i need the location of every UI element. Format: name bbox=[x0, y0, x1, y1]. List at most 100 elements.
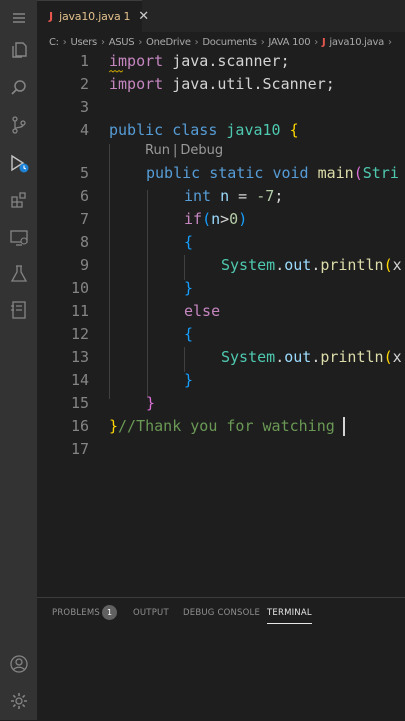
code-editor[interactable]: 1 import java.scanner; 2 import java.uti… bbox=[37, 52, 405, 597]
param-type: Stri bbox=[362, 164, 399, 182]
search-icon[interactable] bbox=[0, 73, 37, 103]
paren: ( bbox=[383, 256, 393, 274]
line-content: import java.scanner; bbox=[109, 52, 290, 73]
method-call: println bbox=[320, 348, 384, 366]
keyword-void: void bbox=[272, 164, 309, 182]
line-content: public class java10 { bbox=[109, 119, 299, 142]
extensions-icon[interactable] bbox=[0, 185, 37, 215]
variable: n bbox=[220, 187, 230, 205]
line-number: 3 bbox=[79, 98, 89, 116]
java-file-icon: J bbox=[49, 10, 54, 23]
chevron-right-icon: › bbox=[387, 36, 392, 48]
line-number: 17 bbox=[70, 440, 89, 458]
line-number: 2 bbox=[79, 75, 89, 93]
source-control-icon[interactable] bbox=[0, 110, 37, 140]
bottom-panel: PROBLEMS 1 OUTPUT DEBUG CONSOLE TERMINAL bbox=[37, 597, 405, 721]
breadcrumb-item[interactable]: ASUS bbox=[109, 37, 135, 48]
run-debug-icon[interactable] bbox=[0, 148, 37, 178]
brace: { bbox=[184, 325, 194, 343]
editor-tab-bar: J java10.java 1 ✕ bbox=[37, 0, 405, 32]
keyword-class: class bbox=[172, 121, 218, 139]
line-number: 13 bbox=[70, 348, 89, 366]
breadcrumb-item[interactable]: OneDrive bbox=[146, 37, 191, 48]
keyword-public: public bbox=[109, 121, 164, 139]
chevron-right-icon: › bbox=[100, 36, 105, 48]
brace: { bbox=[289, 121, 299, 139]
codelens-separator: | bbox=[172, 143, 178, 158]
brace: { bbox=[184, 233, 194, 251]
line-number: 5 bbox=[79, 164, 89, 182]
line-content: System.out.println(x bbox=[221, 346, 402, 369]
import-path: java.scanner; bbox=[163, 52, 290, 70]
line-number: 9 bbox=[79, 256, 89, 274]
chevron-right-icon: › bbox=[62, 36, 67, 48]
class-ref: System bbox=[221, 256, 276, 274]
keyword-public: public bbox=[146, 164, 201, 182]
breadcrumb-item[interactable]: JAVA 100 bbox=[268, 37, 310, 48]
dot: . bbox=[311, 256, 321, 274]
tab-debug-console[interactable]: DEBUG CONSOLE bbox=[183, 608, 260, 618]
keyword-static: static bbox=[209, 164, 264, 182]
line-number: 15 bbox=[70, 394, 89, 412]
menu-icon[interactable] bbox=[0, 3, 37, 33]
code-line: 5 public static void main(Stri bbox=[37, 162, 405, 185]
code-line: 9 System.out.println(x bbox=[37, 254, 405, 277]
chevron-right-icon: › bbox=[194, 36, 199, 48]
problems-count-badge: 1 bbox=[102, 605, 117, 620]
line-number: 7 bbox=[79, 210, 89, 228]
code-line: 6 int n = -7; bbox=[37, 185, 405, 208]
explorer-icon[interactable] bbox=[0, 35, 37, 65]
close-icon[interactable]: ✕ bbox=[138, 9, 149, 24]
code-line: 1 import java.scanner; bbox=[37, 52, 405, 73]
notebook-icon[interactable] bbox=[0, 295, 37, 325]
operator: > bbox=[220, 210, 230, 228]
operator: = bbox=[229, 187, 257, 205]
code-line: 12 { bbox=[37, 323, 405, 346]
variable: n bbox=[211, 210, 221, 228]
code-line: 15 } bbox=[37, 392, 405, 415]
tab-java10[interactable]: J java10.java 1 ✕ bbox=[37, 0, 149, 32]
remote-explorer-icon[interactable] bbox=[0, 223, 37, 253]
breadcrumb-item[interactable]: C: bbox=[49, 37, 59, 48]
class-name: java10 bbox=[226, 121, 281, 139]
code-line: 11 else bbox=[37, 300, 405, 323]
brace: } bbox=[184, 371, 194, 389]
run-codelens-link[interactable]: Run bbox=[145, 143, 170, 158]
line-number: 16 bbox=[70, 417, 89, 435]
chevron-right-icon: › bbox=[260, 36, 265, 48]
brace: } bbox=[184, 279, 194, 297]
comment: //Thank you for watching bbox=[118, 417, 335, 435]
code-line: 17 bbox=[37, 438, 405, 461]
paren: ( bbox=[383, 348, 393, 366]
line-number: 11 bbox=[70, 302, 89, 320]
brace: } bbox=[109, 417, 119, 435]
chevron-right-icon: › bbox=[314, 36, 318, 48]
field-ref: out bbox=[284, 348, 312, 366]
breadcrumb-file[interactable]: java10.java bbox=[329, 37, 384, 48]
settings-gear-icon[interactable] bbox=[0, 686, 37, 716]
number-literal: 0 bbox=[229, 210, 239, 228]
debug-codelens-link[interactable]: Debug bbox=[180, 143, 223, 158]
line-number: 12 bbox=[70, 325, 89, 343]
java-file-icon: J bbox=[322, 36, 326, 48]
line-content: public static void main(Stri bbox=[146, 162, 399, 185]
chevron-right-icon: › bbox=[138, 36, 143, 48]
number-literal: -7 bbox=[256, 187, 275, 205]
tab-output[interactable]: OUTPUT bbox=[133, 608, 169, 618]
method-name: main bbox=[317, 164, 354, 182]
code-line: 3 bbox=[37, 96, 405, 119]
code-line: 7 if(n>0) bbox=[37, 208, 405, 231]
code-line: 8 { bbox=[37, 231, 405, 254]
account-icon[interactable] bbox=[0, 649, 37, 679]
tab-terminal[interactable]: TERMINAL bbox=[267, 608, 312, 624]
keyword-else: else bbox=[184, 302, 221, 320]
keyword-if: if bbox=[184, 210, 203, 228]
text-cursor bbox=[343, 417, 345, 436]
breadcrumb-item[interactable]: Users bbox=[70, 37, 97, 48]
testing-icon[interactable] bbox=[0, 259, 37, 289]
tab-problems[interactable]: PROBLEMS bbox=[52, 608, 100, 618]
activity-bar bbox=[0, 0, 37, 720]
brace: } bbox=[146, 394, 156, 412]
line-number: 1 bbox=[79, 52, 89, 70]
breadcrumb-item[interactable]: Documents bbox=[202, 37, 257, 48]
